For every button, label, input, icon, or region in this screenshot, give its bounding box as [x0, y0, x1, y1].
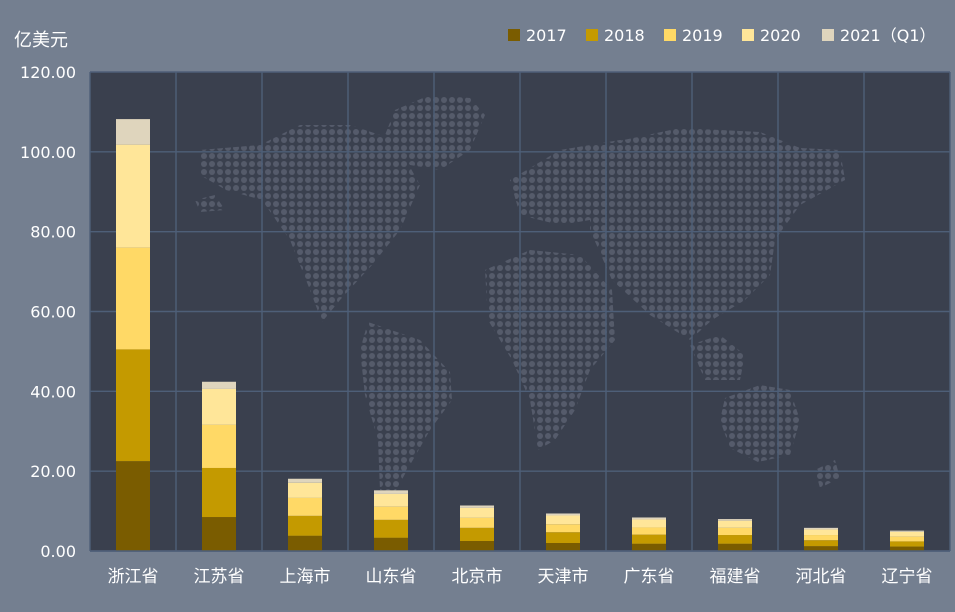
- bar-segment[interactable]: [632, 543, 666, 551]
- legend-label[interactable]: 2018: [604, 26, 645, 45]
- legend-label[interactable]: 2021（Q1）: [840, 26, 936, 45]
- y-tick-label: 60.00: [30, 303, 76, 322]
- bar-segment[interactable]: [632, 519, 666, 528]
- bar-segment[interactable]: [288, 515, 322, 536]
- bar-segment[interactable]: [116, 349, 150, 462]
- y-tick-label: 0.00: [40, 542, 76, 561]
- bar-segment[interactable]: [890, 531, 924, 537]
- bar-segment[interactable]: [632, 527, 666, 535]
- y-tick-label: 40.00: [30, 382, 76, 401]
- bar-segment[interactable]: [116, 461, 150, 551]
- bar-segment[interactable]: [116, 119, 150, 145]
- bar-segment[interactable]: [546, 532, 580, 544]
- bar-segment[interactable]: [546, 513, 580, 516]
- bar-segment[interactable]: [718, 520, 752, 528]
- legend-swatch[interactable]: [742, 29, 754, 41]
- bar-segment[interactable]: [546, 515, 580, 525]
- bar-segment[interactable]: [288, 535, 322, 551]
- legend-swatch[interactable]: [664, 29, 676, 41]
- bar-segment[interactable]: [374, 493, 408, 507]
- legend-swatch[interactable]: [822, 29, 834, 41]
- x-axis: 浙江省 江苏省 上海市 山东省 北京市 天津市 广东省 福建省 河北省 辽宁省: [90, 550, 950, 587]
- y-tick-label: 80.00: [30, 223, 76, 242]
- bar-segment[interactable]: [116, 247, 150, 350]
- bar-segment[interactable]: [632, 534, 666, 544]
- y-tick-label: 20.00: [30, 462, 76, 481]
- bar-segment[interactable]: [374, 490, 408, 494]
- x-tick-label: 浙江省: [108, 567, 159, 587]
- bar-segment[interactable]: [546, 543, 580, 551]
- bar-segment[interactable]: [890, 530, 924, 532]
- bar-segment[interactable]: [202, 467, 236, 518]
- legend-label[interactable]: 2020: [760, 26, 801, 45]
- bar-segment[interactable]: [374, 506, 408, 520]
- bar-segment[interactable]: [202, 517, 236, 551]
- bar-segment[interactable]: [804, 527, 838, 530]
- legend-swatch[interactable]: [586, 29, 598, 41]
- x-tick-label: 江苏省: [194, 567, 245, 587]
- x-tick-label: 福建省: [710, 567, 761, 587]
- bar-segment[interactable]: [718, 519, 752, 521]
- x-tick-label: 上海市: [280, 567, 331, 587]
- bar-segment[interactable]: [718, 543, 752, 551]
- bar-segment[interactable]: [288, 497, 322, 516]
- y-axis-unit-label: 亿美元: [14, 30, 68, 51]
- x-tick-label: 河北省: [796, 567, 847, 587]
- bar-segment[interactable]: [288, 478, 322, 483]
- bar-segment[interactable]: [202, 424, 236, 468]
- x-tick-label: 山东省: [366, 567, 417, 587]
- x-tick-label: 广东省: [624, 567, 675, 587]
- y-tick-label: 100.00: [20, 143, 76, 162]
- bar-segment[interactable]: [718, 535, 752, 544]
- bar-segment[interactable]: [460, 507, 494, 518]
- bar-segment[interactable]: [460, 517, 494, 528]
- bar-segment[interactable]: [890, 536, 924, 542]
- stacked-bar-chart: 0.00 20.00 40.00 60.00 80.00 100.00 120.00 浙江省…: [14, 26, 951, 587]
- bar-segment[interactable]: [202, 388, 236, 425]
- y-tick-label: 120.00: [20, 63, 76, 82]
- bar-segment[interactable]: [804, 529, 838, 536]
- bar-segment[interactable]: [116, 144, 150, 248]
- bar-segment[interactable]: [460, 527, 494, 542]
- bar-segment[interactable]: [546, 524, 580, 533]
- x-tick-label: 天津市: [538, 567, 589, 587]
- bar-segment[interactable]: [288, 482, 322, 498]
- bar-segment[interactable]: [632, 517, 666, 520]
- x-tick-label: 辽宁省: [882, 567, 933, 587]
- legend-label[interactable]: 2017: [526, 26, 567, 45]
- bar-segment[interactable]: [718, 527, 752, 536]
- bar-segment[interactable]: [460, 541, 494, 551]
- legend-label[interactable]: 2019: [682, 26, 723, 45]
- bar-segment[interactable]: [460, 505, 494, 508]
- bar-segment[interactable]: [374, 537, 408, 551]
- chart-container: 0.00 20.00 40.00 60.00 80.00 100.00 120.00 浙江省…: [0, 0, 955, 612]
- bar-segment[interactable]: [804, 540, 838, 547]
- x-tick-label: 北京市: [452, 567, 503, 587]
- bar-segment[interactable]: [890, 541, 924, 547]
- legend-swatch[interactable]: [508, 29, 520, 41]
- bar-segment[interactable]: [374, 519, 408, 538]
- y-axis: 0.00 20.00 40.00 60.00 80.00 100.00 120.00: [20, 63, 76, 561]
- bar-segment[interactable]: [804, 535, 838, 541]
- legend[interactable]: 2017 2018 2019 2020 2021（Q1）: [508, 26, 936, 45]
- bar-segment[interactable]: [202, 381, 236, 389]
